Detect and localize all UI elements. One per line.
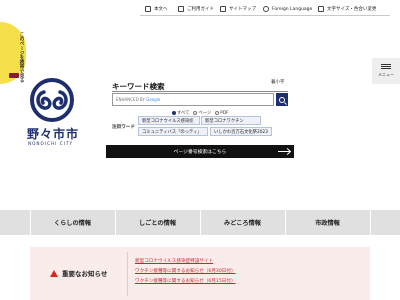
important-notice-heading: 重要なお知らせ bbox=[50, 268, 107, 278]
mobile-phone-icon bbox=[9, 73, 19, 78]
util-item-honbun[interactable]: 本文へ bbox=[145, 3, 168, 15]
hamburger-icon bbox=[381, 64, 391, 65]
hamburger-icon bbox=[381, 68, 391, 69]
text-icon bbox=[145, 6, 151, 12]
city-logo[interactable] bbox=[30, 78, 74, 122]
notice-divider bbox=[127, 252, 128, 296]
nav-item-kurashi[interactable]: くらしの情報 bbox=[30, 210, 115, 235]
util-label: サイトマップ bbox=[229, 7, 256, 12]
nav-item-midokoro[interactable]: みどころ情報 bbox=[200, 210, 285, 235]
search-title-divider bbox=[112, 91, 288, 92]
hot-word-bus[interactable]: コミュニティバス「のっティ」 bbox=[138, 127, 208, 136]
util-item-guide[interactable]: ご利用ガイド bbox=[178, 3, 214, 15]
brand-name: Google bbox=[146, 97, 161, 102]
notice-title-text: 重要なお知らせ bbox=[62, 270, 108, 278]
menu-button[interactable]: メニュー bbox=[372, 58, 400, 84]
warning-icon bbox=[50, 269, 58, 277]
menu-label: メニュー bbox=[378, 72, 394, 77]
arrow-right-icon bbox=[278, 151, 290, 152]
sitemap-icon bbox=[220, 6, 226, 12]
city-name-romaji: NONOICHI CITY bbox=[28, 141, 74, 146]
search-button[interactable] bbox=[276, 93, 288, 106]
util-label: ご利用ガイド bbox=[187, 7, 214, 12]
guide-icon bbox=[178, 6, 184, 12]
notice-link-corona[interactable]: 新型コロナウイルス感染症特設サイト bbox=[135, 258, 213, 264]
util-label: 文字サイズ・色合い変更 bbox=[327, 7, 377, 12]
hot-words-label: 注目ワード bbox=[112, 125, 135, 130]
brand-prefix: ENHANCED BY bbox=[116, 97, 145, 102]
util-item-foreign[interactable]: Foreign Language bbox=[263, 3, 312, 15]
nav-item-shisei[interactable]: 市政情報 bbox=[285, 210, 370, 235]
page-search-label: ページ番号検索はこちら bbox=[173, 150, 227, 155]
google-brand: ENHANCED BY Google bbox=[116, 97, 160, 102]
search-icon bbox=[279, 96, 285, 103]
nav-item-shigoto[interactable]: しごとの情報 bbox=[115, 210, 200, 235]
search-input[interactable]: ENHANCED BY Google bbox=[112, 93, 274, 106]
util-label: Foreign Language bbox=[272, 6, 313, 12]
notice-link-vaccine-0615[interactable]: ワクチン接種等に関するお知らせ（6月15日付） bbox=[135, 278, 236, 284]
radio-dot-icon bbox=[172, 111, 176, 115]
utility-divider bbox=[140, 15, 390, 16]
display-icon bbox=[318, 6, 324, 12]
hot-word-corona[interactable]: 新型コロナウイルス感染症 bbox=[138, 116, 200, 125]
search-corner-label: 暮小字 bbox=[271, 80, 285, 85]
hot-word-vaccine[interactable]: 新型コロナワクチン bbox=[201, 116, 261, 125]
nav-divider bbox=[370, 210, 371, 235]
page-number-search-button[interactable]: ページ番号検索はこちら bbox=[106, 145, 294, 158]
radio-dot-icon bbox=[193, 111, 198, 115]
notice-link-vaccine-0630[interactable]: ワクチン接種等に関するお知らせ（6月30日付） bbox=[135, 268, 236, 274]
util-item-sitemap[interactable]: サイトマップ bbox=[220, 3, 256, 15]
radio-dot-icon bbox=[215, 111, 220, 115]
hamburger-icon bbox=[381, 66, 391, 67]
hot-word-festival[interactable]: いしかわ百万石文化祭2023 bbox=[210, 127, 272, 136]
city-name: 野々市市 bbox=[27, 127, 80, 141]
util-item-display[interactable]: 文字サイズ・色合い変更 bbox=[318, 3, 376, 15]
util-label: 本文へ bbox=[154, 7, 168, 12]
scope-label: PDF bbox=[220, 110, 229, 116]
globe-icon bbox=[263, 6, 269, 12]
